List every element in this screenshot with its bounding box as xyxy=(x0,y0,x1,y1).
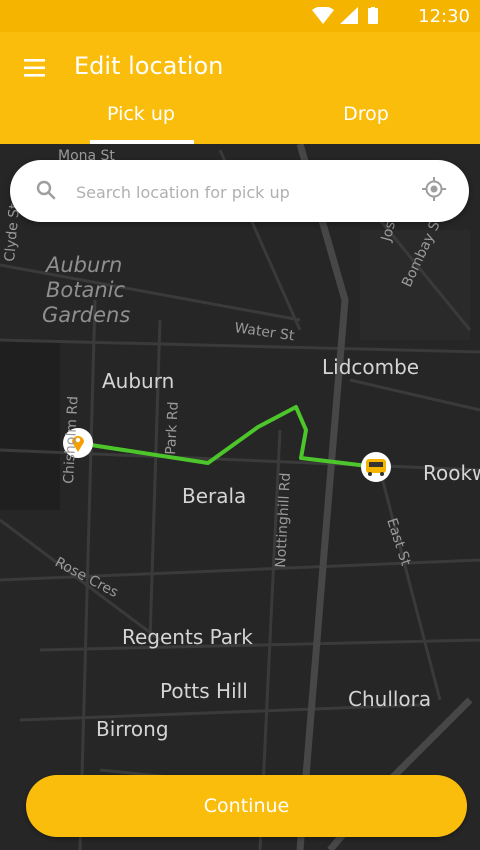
search-bar xyxy=(10,160,469,222)
search-icon xyxy=(36,180,56,200)
map-label-rookw: Rookw xyxy=(423,461,480,485)
drop-marker[interactable] xyxy=(361,452,391,482)
continue-button[interactable]: Continue xyxy=(26,775,467,837)
map-label-auburn-botanic-gardens: Auburn Botanic Gardens xyxy=(42,253,132,327)
cellular-signal-icon xyxy=(340,7,358,24)
map-label-line: Gardens xyxy=(42,303,130,327)
status-time: 12:30 xyxy=(418,6,470,27)
map-label-birrong: Birrong xyxy=(96,717,169,741)
map-label-lidcombe: Lidcombe xyxy=(322,355,419,379)
tab-pick-up[interactable]: Pick up xyxy=(21,100,261,144)
my-location-icon[interactable] xyxy=(421,176,447,202)
hamburger-menu-icon[interactable] xyxy=(18,50,54,86)
map-label-auburn: Auburn xyxy=(102,369,174,393)
tab-drop[interactable]: Drop xyxy=(246,100,480,144)
map-label-berala: Berala xyxy=(182,484,246,508)
page-title: Edit location xyxy=(74,52,224,80)
status-icons xyxy=(312,7,378,24)
wifi-icon xyxy=(312,7,334,24)
street-label-park-rd: Park Rd xyxy=(163,401,182,455)
app-bar: Edit location Pick up Drop xyxy=(0,32,480,144)
status-bar: 12:30 xyxy=(0,0,480,32)
battery-icon xyxy=(368,8,378,24)
map-label-chullora: Chullora xyxy=(348,687,431,711)
search-input[interactable] xyxy=(74,173,408,211)
map-label-potts-hill: Potts Hill xyxy=(160,679,248,703)
map-label-line: Botanic xyxy=(46,278,126,302)
map[interactable]: Auburn Botanic Gardens Auburn Lidcombe B… xyxy=(0,144,480,850)
map-label-line: Auburn xyxy=(44,253,122,277)
map-label-regents-park: Regents Park xyxy=(122,625,253,649)
